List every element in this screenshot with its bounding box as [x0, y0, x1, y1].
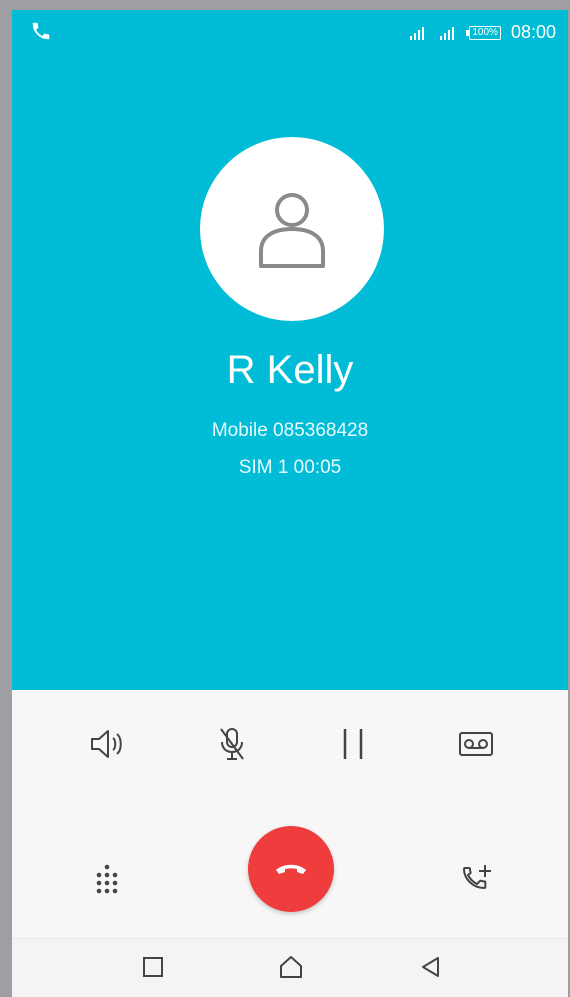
signal-icon — [410, 26, 425, 40]
call-header: 100% 08:00 R Kelly Mobile 085368428 SIM … — [12, 10, 568, 690]
status-bar: 100% 08:00 — [12, 10, 568, 54]
square-icon — [143, 957, 163, 977]
pause-icon — [343, 729, 363, 759]
status-right: 100% 08:00 — [409, 22, 556, 43]
back-icon — [422, 957, 439, 977]
battery-indicator: 100% — [466, 25, 501, 40]
speaker-icon — [91, 730, 122, 758]
microphone-off-icon — [220, 728, 244, 760]
call-timer-line: SIM 1 00:05 — [238, 457, 342, 478]
phone-screen: 100% 08:00 R Kelly Mobile 085368428 SIM … — [12, 10, 568, 997]
contact-name: R Kelly — [226, 348, 354, 392]
speaker-button[interactable] — [79, 716, 135, 772]
voicemail-icon — [459, 732, 493, 756]
mute-button[interactable] — [204, 716, 260, 772]
navigation-bar — [12, 938, 568, 997]
phone-icon — [32, 22, 50, 40]
clock: 08:00 — [510, 22, 556, 42]
contact-avatar — [200, 137, 384, 321]
dialpad-icon — [96, 864, 118, 894]
record-button[interactable] — [448, 716, 504, 772]
dialpad-button[interactable] — [79, 852, 135, 908]
end-call-button[interactable] — [248, 826, 334, 912]
recent-apps-button[interactable] — [139, 953, 167, 981]
end-call-icon — [276, 864, 306, 874]
contact-phone-line: Mobile 085368428 — [211, 420, 369, 441]
signal-icon — [440, 26, 455, 40]
person-icon — [259, 193, 325, 268]
home-button[interactable] — [277, 953, 305, 981]
hold-button[interactable] — [325, 716, 381, 772]
add-call-icon — [462, 865, 491, 890]
add-call-button[interactable] — [448, 852, 504, 908]
home-icon — [280, 956, 302, 978]
back-button[interactable] — [417, 953, 445, 981]
